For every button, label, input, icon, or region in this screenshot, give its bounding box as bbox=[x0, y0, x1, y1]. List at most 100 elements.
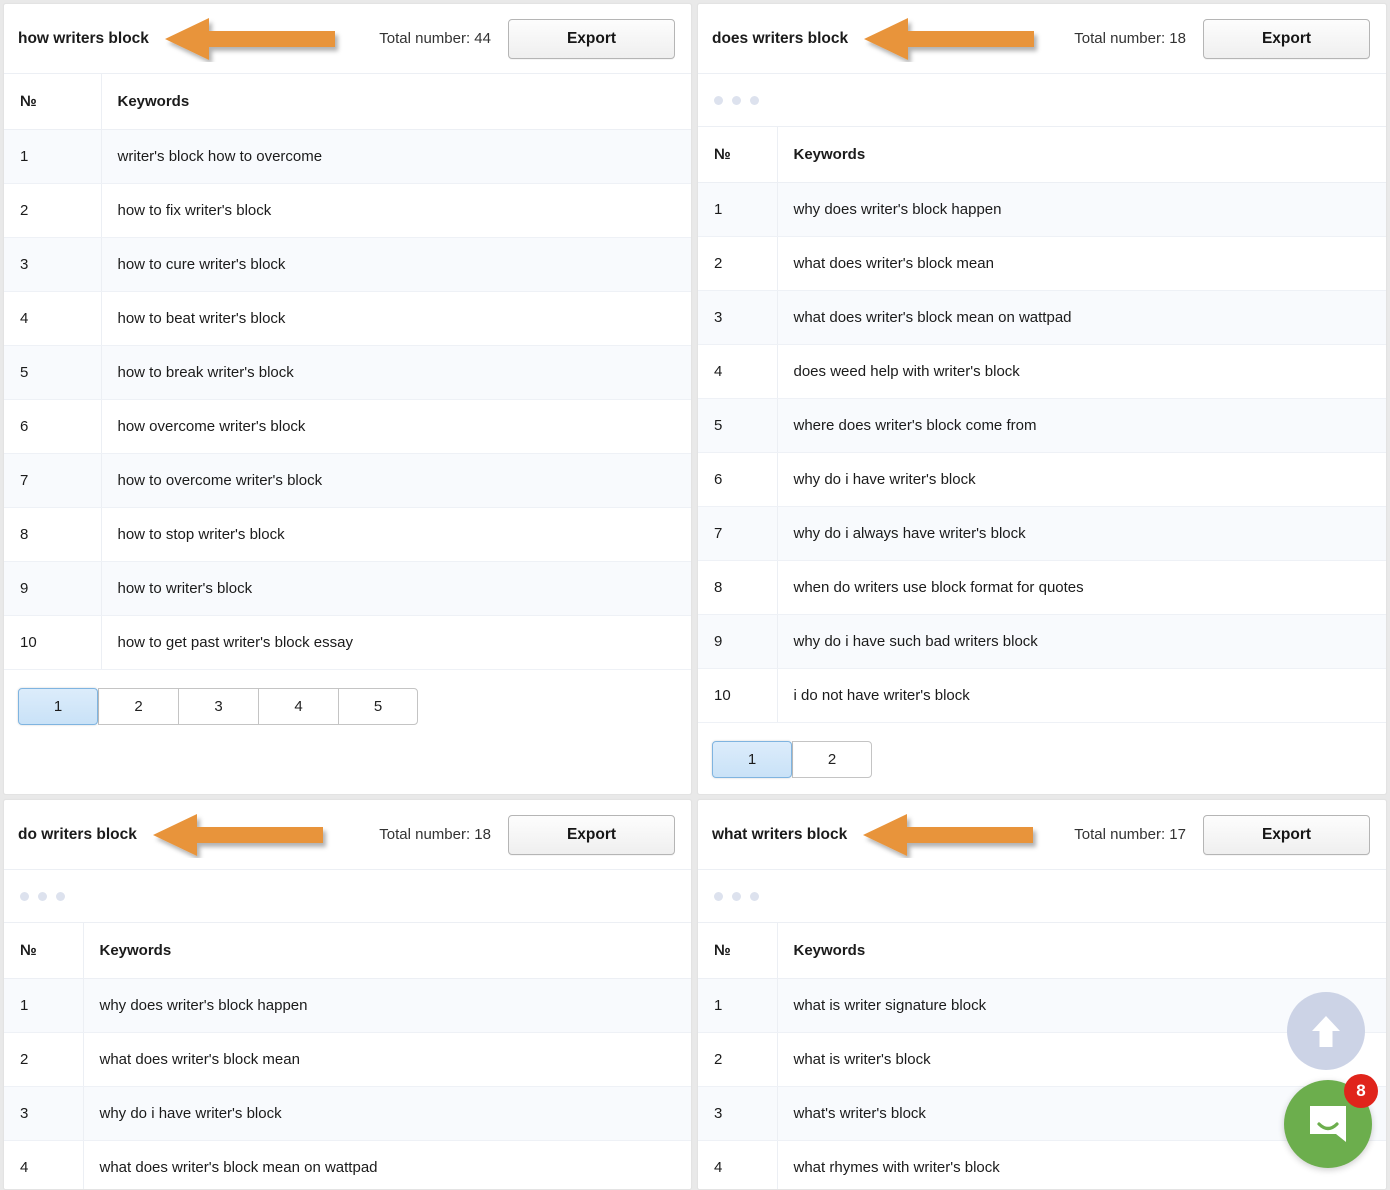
table-row[interactable]: 3 why do i have writer's block bbox=[4, 1086, 691, 1141]
table-row[interactable]: 8 how to stop writer's block bbox=[4, 507, 691, 562]
export-button[interactable]: Export bbox=[1203, 18, 1370, 59]
arrow-up-icon bbox=[1312, 1016, 1340, 1047]
loading-dots-row bbox=[698, 870, 1386, 923]
row-number-cell: 6 bbox=[698, 452, 778, 507]
table-header-row: № Keywords bbox=[4, 74, 691, 130]
table-row[interactable]: 4 what does writer's block mean on wattpa… bbox=[4, 1140, 691, 1189]
table-row[interactable]: 8 when do writers use block format for qu… bbox=[698, 560, 1386, 615]
total-number-label: Total number: 44 bbox=[379, 30, 491, 47]
messenger-launcher-button[interactable] bbox=[1284, 1080, 1372, 1168]
table-row[interactable]: 1 writer's block how to overcome bbox=[4, 129, 691, 184]
pagination-area: 12 bbox=[698, 723, 1386, 778]
pagination-page-button[interactable]: 2 bbox=[792, 740, 872, 778]
row-keyword-cell: why does writer's block happen bbox=[83, 978, 691, 1033]
row-keyword-cell: writer's block how to overcome bbox=[101, 129, 691, 184]
pagination-area: 12345 bbox=[4, 670, 691, 725]
row-number-cell: 2 bbox=[4, 183, 102, 238]
row-keyword-cell: why do i have writer's block bbox=[777, 452, 1386, 507]
row-keyword-cell: does weed help with writer's block bbox=[777, 344, 1386, 399]
export-button[interactable]: Export bbox=[508, 18, 675, 59]
table-row[interactable]: 1 why does writer's block happen bbox=[4, 978, 691, 1033]
loading-dot-icon bbox=[714, 95, 723, 105]
pagination: 12345 bbox=[18, 687, 418, 725]
row-number-cell: 9 bbox=[698, 614, 778, 669]
row-keyword-cell: how to stop writer's block bbox=[101, 507, 691, 562]
table-row[interactable]: 3 what does writer's block mean on wattpa… bbox=[698, 290, 1386, 345]
table-row[interactable]: 4 what rhymes with writer's block bbox=[698, 1140, 1386, 1189]
row-keyword-cell: how to get past writer's block essay bbox=[101, 615, 691, 670]
pagination-page-button[interactable]: 5 bbox=[338, 687, 418, 725]
table-row[interactable]: 6 how overcome writer's block bbox=[4, 399, 691, 454]
table-row[interactable]: 2 how to fix writer's block bbox=[4, 183, 691, 238]
left-arrow-annotation-icon bbox=[864, 17, 1035, 60]
export-button[interactable]: Export bbox=[1203, 814, 1370, 855]
column-header-keywords: Keywords bbox=[101, 74, 691, 130]
row-keyword-cell: what does writer's block mean on wattpad bbox=[777, 290, 1386, 345]
export-button[interactable]: Export bbox=[508, 814, 675, 855]
table-row[interactable]: 1 what is writer signature block bbox=[698, 978, 1386, 1033]
pagination-page-button[interactable]: 1 bbox=[712, 740, 792, 778]
table-row[interactable]: 4 how to beat writer's block bbox=[4, 291, 691, 346]
table-row[interactable]: 9 why do i have such bad writers block bbox=[698, 614, 1386, 669]
panel-slot-0: how writers block Total number: 44 Export №… bbox=[0, 0, 695, 795]
row-keyword-cell: how to beat writer's block bbox=[101, 291, 691, 346]
table-row[interactable]: 9 how to writer's block bbox=[4, 561, 691, 616]
column-header-number: № bbox=[4, 923, 84, 979]
table-row[interactable]: 3 what's writer's block bbox=[698, 1086, 1386, 1141]
row-keyword-cell: how to overcome writer's block bbox=[101, 453, 691, 508]
pagination-page-button[interactable]: 3 bbox=[178, 687, 258, 725]
column-header-keywords: Keywords bbox=[83, 923, 691, 979]
table-header-row: № Keywords bbox=[698, 127, 1386, 183]
arrow-annotation bbox=[151, 812, 331, 858]
loading-dot-icon bbox=[732, 891, 741, 901]
row-number-cell: 10 bbox=[698, 668, 778, 723]
keyword-panel: does writers block Total number: 18 Export… bbox=[697, 3, 1387, 795]
panel-slot-1: does writers block Total number: 18 Export… bbox=[695, 0, 1390, 795]
row-number-cell: 3 bbox=[698, 290, 778, 345]
table-row[interactable]: 6 why do i have writer's block bbox=[698, 452, 1386, 507]
chat-bubble-icon bbox=[1310, 1106, 1346, 1142]
table-row[interactable]: 7 how to overcome writer's block bbox=[4, 453, 691, 508]
panel-grid: how writers block Total number: 44 Export №… bbox=[0, 0, 1390, 1190]
table-row[interactable]: 5 where does writer's block come from bbox=[698, 398, 1386, 453]
row-number-cell: 1 bbox=[698, 978, 778, 1033]
scroll-to-top-button[interactable] bbox=[1287, 992, 1365, 1070]
pagination-page-button[interactable]: 4 bbox=[258, 687, 338, 725]
table-row[interactable]: 10 i do not have writer's block bbox=[698, 668, 1386, 723]
panel-title: does writers block bbox=[712, 29, 849, 47]
row-keyword-cell: when do writers use block format for quo… bbox=[777, 560, 1386, 615]
panel-header: how writers block Total number: 44 Export bbox=[4, 4, 691, 74]
table-row[interactable]: 4 does weed help with writer's block bbox=[698, 344, 1386, 399]
loading-dots-row bbox=[698, 74, 1386, 127]
loading-dot-icon bbox=[750, 95, 759, 105]
panel-slot-2: do writers block Total number: 18 Export № K… bbox=[0, 795, 695, 1190]
table-row[interactable]: 2 what is writer's block bbox=[698, 1032, 1386, 1087]
row-keyword-cell: how to writer's block bbox=[101, 561, 691, 616]
table-row[interactable]: 5 how to break writer's block bbox=[4, 345, 691, 400]
keywords-table: № Keywords 1 writer's block how to overcome… bbox=[4, 74, 691, 670]
keywords-table: № Keywords 1 why does writer's block happen… bbox=[698, 127, 1386, 723]
total-number-label: Total number: 17 bbox=[1074, 826, 1186, 843]
table-header-row: № Keywords bbox=[698, 923, 1386, 979]
row-number-cell: 7 bbox=[4, 453, 102, 508]
loading-dot-icon bbox=[732, 95, 741, 105]
row-number-cell: 2 bbox=[698, 236, 778, 291]
table-row[interactable]: 1 why does writer's block happen bbox=[698, 182, 1386, 237]
row-number-cell: 4 bbox=[4, 291, 102, 346]
table-row[interactable]: 2 what does writer's block mean bbox=[698, 236, 1386, 291]
left-arrow-annotation-icon bbox=[164, 17, 335, 60]
loading-dot-icon bbox=[56, 891, 65, 901]
column-header-number: № bbox=[698, 127, 778, 183]
table-row[interactable]: 2 what does writer's block mean bbox=[4, 1032, 691, 1087]
row-keyword-cell: why do i always have writer's block bbox=[777, 506, 1386, 561]
pagination-page-button[interactable]: 1 bbox=[18, 687, 98, 725]
left-arrow-annotation-icon bbox=[863, 813, 1034, 856]
pagination-page-button[interactable]: 2 bbox=[98, 687, 178, 725]
arrow-annotation bbox=[861, 812, 1041, 858]
arrow-annotation bbox=[163, 16, 343, 62]
table-row[interactable]: 10 how to get past writer's block essay bbox=[4, 615, 691, 670]
row-keyword-cell: what does writer's block mean bbox=[83, 1032, 691, 1087]
table-row[interactable]: 7 why do i always have writer's block bbox=[698, 506, 1386, 561]
row-keyword-cell: how overcome writer's block bbox=[101, 399, 691, 454]
table-row[interactable]: 3 how to cure writer's block bbox=[4, 237, 691, 292]
